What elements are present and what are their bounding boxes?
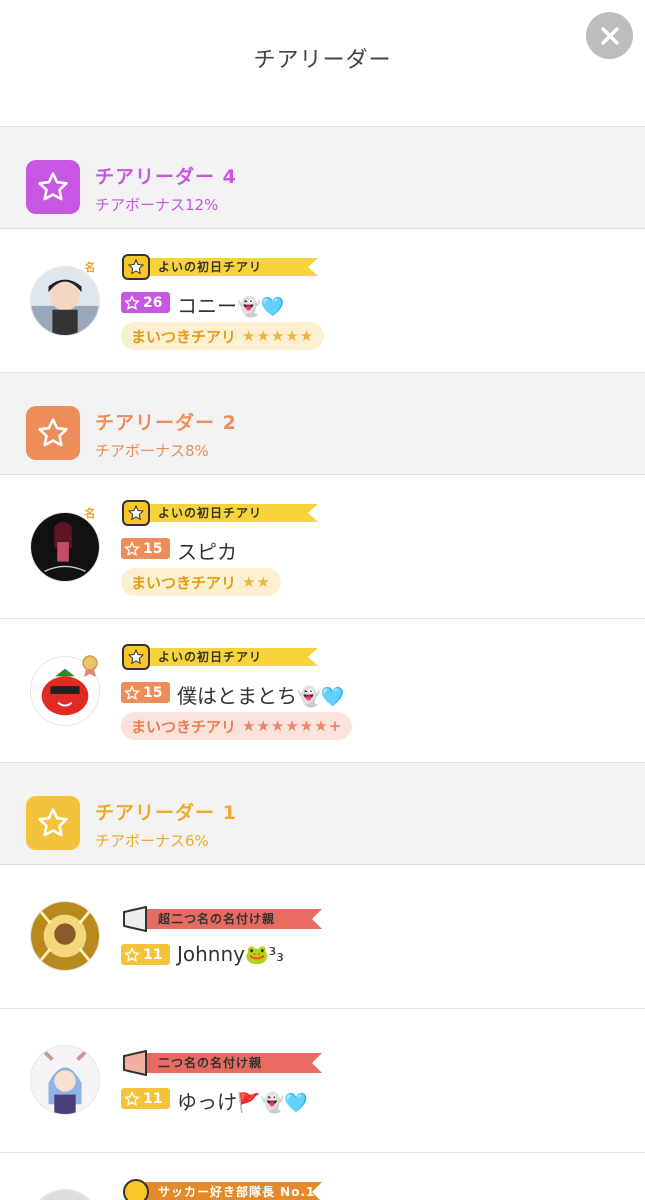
avatar[interactable] — [30, 1189, 100, 1200]
username-emojis: 👻🩵 — [237, 296, 285, 318]
star-icon — [38, 172, 68, 201]
title-banner: サッカー好き部隊長 No.1 — [122, 1179, 322, 1200]
tier-name: チアリーダー 4 — [95, 166, 237, 188]
list-item[interactable]: よいの初日チアリ 15 僕はとまとち👻🩵 まいつきチアリ ★★★★★★+ — [0, 619, 645, 763]
avatar[interactable] — [30, 512, 100, 582]
username-text: ゆっけ — [177, 1090, 237, 1114]
tier-name: チアリーダー 1 — [95, 802, 237, 824]
username-text: コニー — [177, 294, 237, 318]
list-item[interactable]: 超二つ名の名付け親 11 Johnny🐸³₃ — [0, 865, 645, 1009]
star-outline-icon — [124, 1090, 140, 1106]
modal-header: チアリーダー — [0, 0, 645, 127]
star-icon — [38, 808, 68, 837]
list-item[interactable]: 名 よいの初日チアリ 15 スピカ まいつきチアリ ★★ — [0, 475, 645, 619]
username[interactable]: Johnny🐸³₃ — [177, 942, 284, 966]
title-text: 超二つ名の名付け親 — [158, 912, 276, 926]
monthly-cheer-stars: ★★★★★★+ — [242, 717, 343, 735]
title-text: よいの初日チアリ — [158, 506, 263, 520]
monthly-cheer-stars: ★★ — [242, 573, 271, 591]
monthly-cheer-pill: まいつきチアリ ★★ — [121, 568, 281, 596]
username[interactable]: コニー👻🩵 — [177, 290, 284, 319]
avatar[interactable] — [30, 1045, 100, 1115]
level-value: 15 — [143, 684, 163, 701]
avatar[interactable] — [30, 901, 100, 971]
title-text: よいの初日チアリ — [158, 260, 263, 274]
username-text: スピカ — [177, 540, 237, 564]
level-badge: 15 — [121, 538, 170, 559]
monthly-cheer-stars: ★★★★★ — [242, 327, 315, 345]
tier-star-badge — [26, 160, 80, 214]
star-outline-icon — [124, 294, 140, 310]
group-header-tier-1: チアリーダー 1 チアボーナス6% — [0, 763, 645, 865]
monthly-cheer-pill: まいつきチアリ ★★★★★★+ — [121, 712, 353, 740]
tier-bonus: チアボーナス6% — [95, 832, 209, 850]
list-item[interactable]: 名 よいの初日チアリ 26 コニー👻🩵 まいつきチアリ ★★★★★ — [0, 229, 645, 373]
title-text: 二つ名の名付け親 — [158, 1056, 263, 1070]
star-outline-icon — [124, 540, 140, 556]
level-value: 15 — [143, 540, 163, 557]
nickname-badge: 名 — [84, 261, 96, 274]
username[interactable]: ゆっけ🚩👻🩵 — [177, 1086, 308, 1115]
title-banner: 二つ名の名付け親 — [122, 1050, 322, 1076]
tier-bonus: チアボーナス8% — [95, 442, 209, 460]
username-text: 僕はとまとち — [177, 684, 297, 708]
avatar[interactable] — [30, 266, 100, 336]
tier-bonus: チアボーナス12% — [95, 196, 219, 214]
group-header-tier-2: チアリーダー 2 チアボーナス8% — [0, 373, 645, 475]
tier-name: チアリーダー 2 — [95, 412, 237, 434]
username-text: Johnny — [177, 942, 245, 966]
level-badge: 11 — [121, 1088, 170, 1109]
monthly-cheer-label: まいつきチアリ — [131, 327, 237, 346]
close-button[interactable] — [586, 12, 633, 59]
title-text: よいの初日チアリ — [158, 650, 263, 664]
username[interactable]: スピカ — [177, 536, 237, 565]
username-emojis: 🚩👻🩵 — [237, 1092, 308, 1114]
star-icon — [38, 418, 68, 447]
level-value: 11 — [143, 1090, 163, 1107]
monthly-cheer-label: まいつきチアリ — [131, 717, 237, 736]
list-item[interactable]: 二つ名の名付け親 11 ゆっけ🚩👻🩵 — [0, 1009, 645, 1153]
level-badge: 15 — [121, 682, 170, 703]
close-x-icon — [600, 26, 619, 45]
level-badge: 11 — [121, 944, 170, 965]
title-banner: 超二つ名の名付け親 — [122, 906, 322, 932]
title-banner: よいの初日チアリ — [122, 644, 318, 670]
title-banner: よいの初日チアリ — [122, 254, 318, 280]
level-value: 26 — [143, 294, 163, 311]
nickname-badge: 名 — [84, 507, 96, 520]
monthly-cheer-label: まいつきチアリ — [131, 573, 237, 592]
star-outline-icon — [124, 946, 140, 962]
level-badge: 26 — [121, 292, 170, 313]
star-outline-icon — [124, 684, 140, 700]
tier-star-badge — [26, 796, 80, 850]
tier-star-badge — [26, 406, 80, 460]
medal-icon — [82, 655, 98, 677]
monthly-cheer-pill: まいつきチアリ ★★★★★ — [121, 322, 325, 350]
list-item[interactable]: サッカー好き部隊長 No.1 — [0, 1153, 645, 1200]
username-emojis: 👻🩵 — [297, 686, 345, 708]
title-text: サッカー好き部隊長 No.1 — [158, 1185, 316, 1199]
page-title: チアリーダー — [253, 48, 392, 73]
username-emojis: 🐸³₃ — [245, 944, 284, 966]
username[interactable]: 僕はとまとち👻🩵 — [177, 680, 344, 709]
title-banner: よいの初日チアリ — [122, 500, 318, 526]
group-header-tier-4: チアリーダー 4 チアボーナス12% — [0, 127, 645, 229]
level-value: 11 — [143, 946, 163, 963]
